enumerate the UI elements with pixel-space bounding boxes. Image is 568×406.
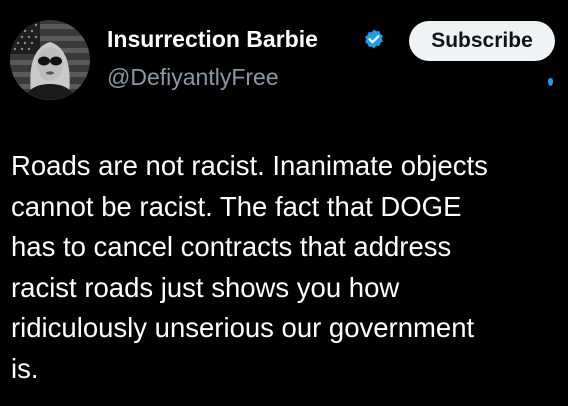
avatar[interactable] [10, 20, 90, 100]
post-text-line: ridiculously unserious our government [11, 312, 475, 343]
verified-badge-icon [365, 29, 383, 49]
post-text-line: has to cancel contracts that address [11, 231, 452, 262]
notification-dot-icon [548, 78, 553, 86]
post-text-line: racist roads just shows you how [11, 271, 400, 303]
post-text-line: is. [11, 352, 39, 384]
post-card: Insurrection Barbie @DefiyantlyFree Subs… [0, 0, 568, 406]
post-text-line: cannot be racist. The fact that DOGE [11, 190, 462, 222]
author-name[interactable]: Insurrection Barbie [107, 24, 318, 54]
avatar-image [10, 20, 90, 100]
post-text: Roads are not racist. Inanimate objects … [11, 146, 559, 389]
author-handle[interactable]: @DefiyantlyFree [107, 62, 279, 92]
subscribe-button[interactable]: Subscribe [409, 21, 555, 61]
post-text-line: Roads are not racist. Inanimate objects [11, 150, 488, 181]
